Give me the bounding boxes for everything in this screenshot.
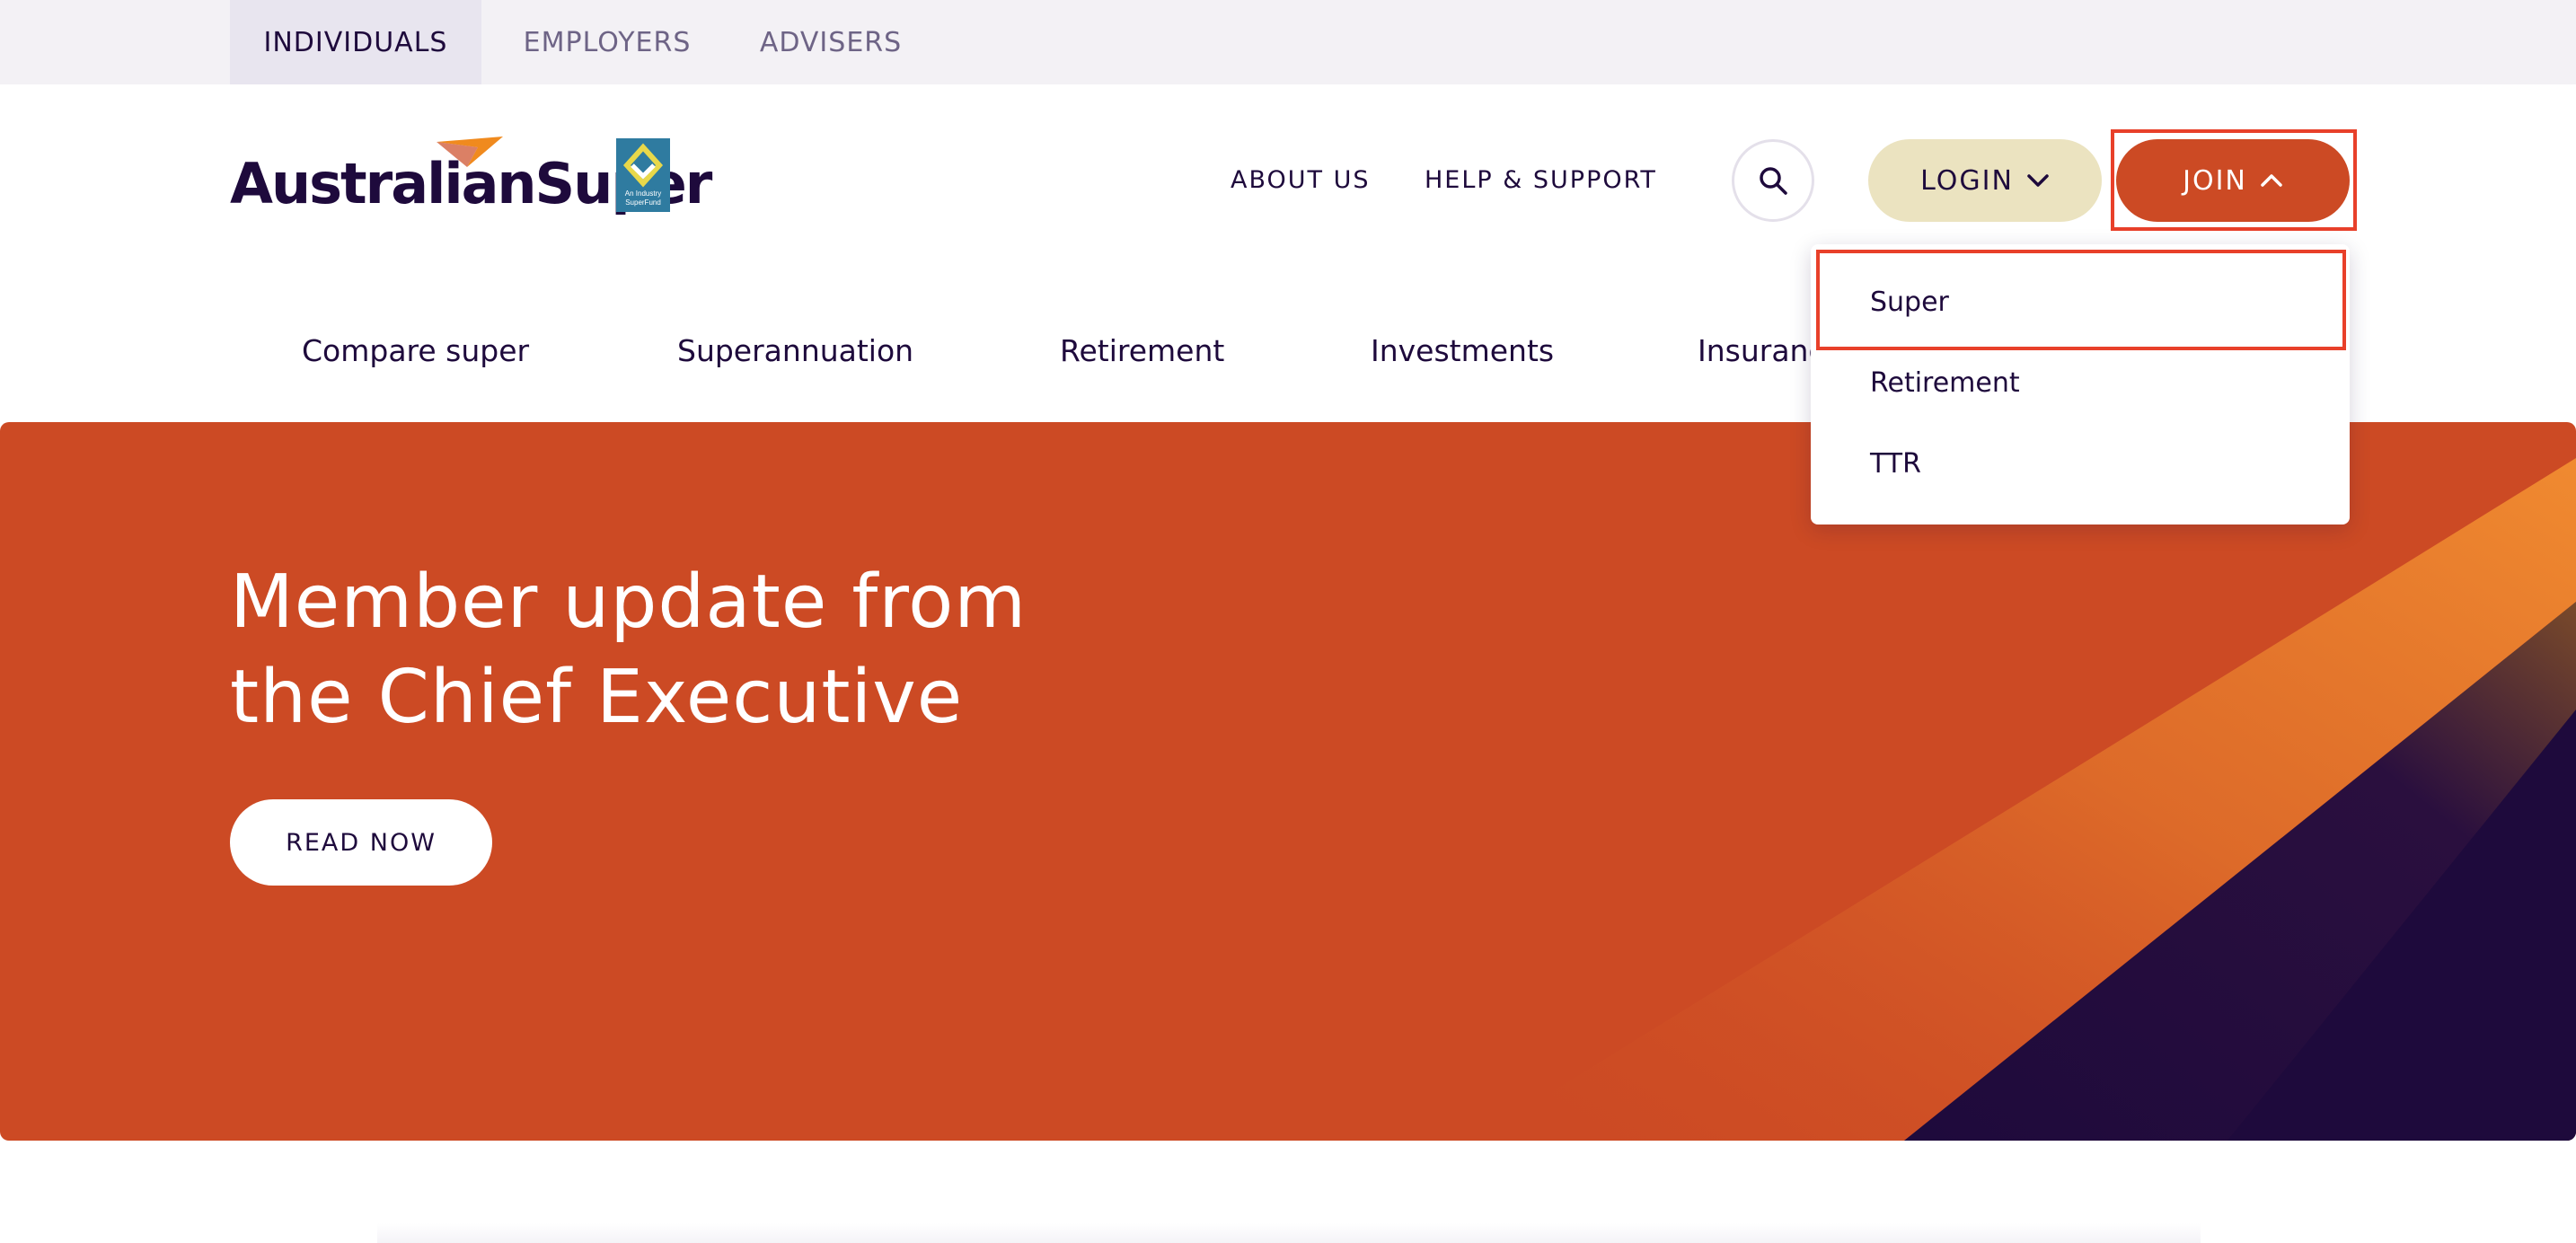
hero-decoration (1473, 458, 2576, 1141)
login-label: LOGIN (1920, 164, 2014, 197)
tab-individuals[interactable]: INDIVIDUALS (230, 0, 481, 84)
badge-line2: SuperFund (625, 198, 661, 207)
nav-retirement[interactable]: Retirement (1060, 328, 1224, 373)
read-now-button[interactable]: READ NOW (230, 799, 492, 886)
audience-bar: INDIVIDUALS EMPLOYERS ADVISERS (0, 0, 2576, 84)
join-label: JOIN (2183, 164, 2247, 197)
help-support-link[interactable]: HELP & SUPPORT (1425, 162, 1657, 198)
dropdown-item-retirement[interactable]: Retirement (1870, 356, 2020, 410)
dropdown-item-super[interactable]: Super (1870, 275, 1949, 329)
login-button[interactable]: LOGIN (1868, 139, 2102, 222)
next-section-shadow (377, 1223, 2201, 1243)
tab-employers[interactable]: EMPLOYERS (499, 0, 715, 84)
page: INDIVIDUALS EMPLOYERS ADVISERS Australia… (0, 0, 2576, 1243)
chevron-up-icon (2261, 174, 2282, 187)
badge-line1: An Industry (625, 190, 661, 198)
hero-banner: Member update from the Chief Executive R… (0, 422, 2576, 1141)
nav-superannuation[interactable]: Superannuation (677, 328, 913, 373)
chevron-down-icon (2027, 174, 2049, 187)
search-icon (1760, 167, 1787, 195)
dropdown-item-ttr[interactable]: TTR (1870, 436, 1921, 490)
tab-advisers[interactable]: ADVISERS (745, 0, 916, 84)
hero-title-line2: the Chief Executive (230, 655, 964, 740)
about-us-link[interactable]: ABOUT US (1231, 162, 1371, 198)
hero-title: Member update from the Chief Executive (230, 555, 1218, 745)
nav-compare-super[interactable]: Compare super (302, 328, 529, 373)
logo-swoosh-icon (437, 137, 503, 167)
hero-title-line1: Member update from (230, 560, 1028, 645)
search-button[interactable] (1732, 139, 1814, 222)
australiansuper-logo[interactable]: AustralianSuper An Industry SuperFund (230, 135, 712, 216)
nav-investments[interactable]: Investments (1371, 328, 1554, 373)
industry-superfund-badge-icon: An Industry SuperFund (616, 138, 670, 212)
join-button[interactable]: JOIN (2116, 139, 2350, 222)
